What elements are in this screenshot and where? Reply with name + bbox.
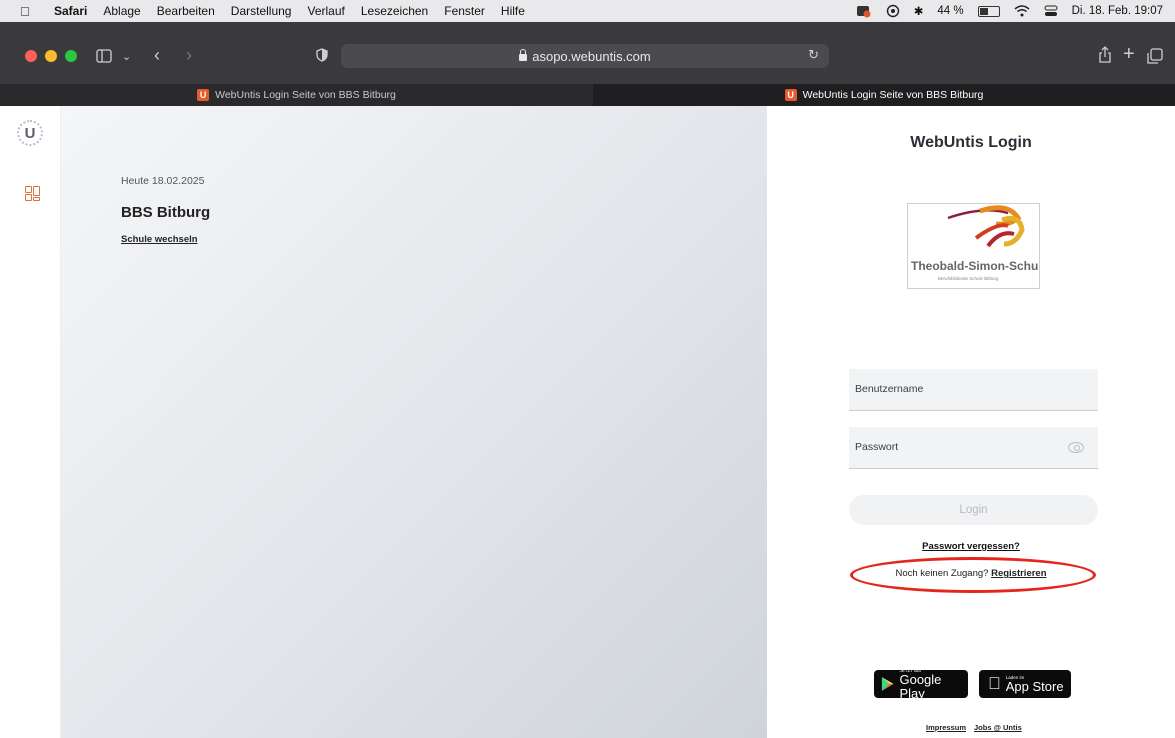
- status-area: ✱ 44 % Di. 18. Feb. 19:07: [856, 0, 1163, 22]
- apple-menu-icon[interactable]: : [20, 4, 34, 19]
- focus-icon[interactable]: [886, 4, 900, 18]
- wifi-icon[interactable]: [1014, 5, 1030, 17]
- school-info-panel: Heute 18.02.2025 BBS Bitburg Schule wech…: [61, 106, 767, 738]
- google-play-big: Google Play: [899, 671, 942, 701]
- safari-toolbar: ⌄ ‹ › asopo.webuntis.com ↻ +: [0, 22, 1175, 84]
- bluetooth-icon[interactable]: ✱: [914, 4, 924, 18]
- minimize-window-button[interactable]: [45, 50, 57, 62]
- new-tab-icon[interactable]: +: [1123, 44, 1135, 64]
- fullscreen-window-button[interactable]: [65, 50, 77, 62]
- impressum-link[interactable]: Impressum: [926, 723, 966, 732]
- menu-lesezeichen[interactable]: Lesezeichen: [361, 4, 428, 18]
- change-school-link[interactable]: Schule wechseln: [121, 234, 198, 245]
- untis-logo-icon[interactable]: U: [17, 120, 43, 146]
- password-field[interactable]: Passwort: [849, 427, 1098, 469]
- menu-bearbeiten[interactable]: Bearbeiten: [157, 4, 215, 18]
- password-placeholder: Passwort: [855, 441, 899, 453]
- webuntis-favicon-icon: U: [197, 89, 210, 101]
- menu-fenster[interactable]: Fenster: [444, 4, 485, 18]
- dashboard-grid-icon[interactable]: [25, 186, 40, 201]
- menu-app-name[interactable]: Safari: [54, 4, 87, 18]
- tab-active[interactable]: U WebUntis Login Seite von BBS Bitburg: [593, 84, 1175, 106]
- tab-inactive[interactable]: U WebUntis Login Seite von BBS Bitburg: [0, 84, 593, 106]
- login-panel: WebUntis Login Theobald-Simon-Schule Ber…: [767, 106, 1175, 738]
- macos-menu-bar:  Safari Ablage Bearbeiten Darstellung V…: [0, 0, 1175, 22]
- show-password-eye-icon[interactable]: [1068, 442, 1084, 453]
- today-date: Heute 18.02.2025: [121, 175, 205, 187]
- close-window-button[interactable]: [25, 50, 37, 62]
- sidebar-toggle-icon[interactable]: [96, 49, 112, 63]
- battery-percent: 44 %: [937, 5, 964, 17]
- reload-icon[interactable]: ↻: [808, 47, 819, 63]
- menu-darstellung[interactable]: Darstellung: [231, 4, 292, 18]
- notification-app-icon[interactable]: [856, 4, 872, 18]
- google-play-badge[interactable]: JETZT BEI Google Play: [874, 668, 968, 701]
- chevron-down-icon[interactable]: ⌄: [122, 48, 131, 66]
- google-play-icon: [881, 677, 894, 691]
- left-navigation: U: [0, 106, 61, 738]
- school-logo-subtitle: Berufsbildende Schule Bitburg: [938, 276, 999, 281]
- login-button[interactable]: Login: [849, 495, 1098, 525]
- privacy-shield-icon[interactable]: [316, 48, 328, 62]
- tab-title: WebUntis Login Seite von BBS Bitburg: [802, 89, 984, 101]
- jobs-link[interactable]: Jobs @ Untis: [974, 723, 1022, 732]
- forgot-password-link[interactable]: Passwort vergessen?: [767, 541, 1175, 552]
- address-text: asopo.webuntis.com: [532, 48, 651, 64]
- app-store-badge[interactable]:  Laden im App Store: [979, 670, 1071, 698]
- tab-title: WebUntis Login Seite von BBS Bitburg: [215, 89, 396, 101]
- app-store-big: App Store: [993, 678, 1064, 694]
- menu-clock[interactable]: Di. 18. Feb. 19:07: [1072, 5, 1163, 17]
- control-center-icon[interactable]: [1044, 5, 1058, 17]
- school-logo-swoosh: Theobald-Simon-Schule Berufsbildende Sch…: [911, 205, 1049, 281]
- school-logo-name: Theobald-Simon-Schule: [911, 259, 1039, 273]
- apple-icon: : [988, 674, 1001, 694]
- tab-bar: U WebUntis Login Seite von BBS Bitburg U…: [0, 84, 1175, 106]
- lock-icon: [519, 48, 528, 61]
- webuntis-favicon-icon: U: [784, 89, 797, 101]
- school-name: BBS Bitburg: [121, 204, 211, 221]
- battery-icon[interactable]: [977, 5, 1000, 17]
- menu-ablage[interactable]: Ablage: [103, 4, 140, 18]
- menu-verlauf[interactable]: Verlauf: [307, 4, 344, 18]
- share-icon[interactable]: [1098, 46, 1112, 64]
- forward-button[interactable]: ›: [186, 46, 192, 64]
- red-annotation-circle: [850, 557, 1096, 593]
- username-placeholder: Benutzername: [855, 383, 924, 395]
- login-title: WebUntis Login: [910, 134, 1032, 151]
- tab-overview-icon[interactable]: [1147, 48, 1163, 64]
- username-field[interactable]: Benutzername: [849, 369, 1098, 411]
- address-bar[interactable]: asopo.webuntis.com ↻: [341, 44, 829, 68]
- back-button[interactable]: ‹: [154, 46, 160, 64]
- menu-hilfe[interactable]: Hilfe: [501, 4, 525, 18]
- school-logo: Theobald-Simon-Schule Berufsbildende Sch…: [907, 203, 1049, 289]
